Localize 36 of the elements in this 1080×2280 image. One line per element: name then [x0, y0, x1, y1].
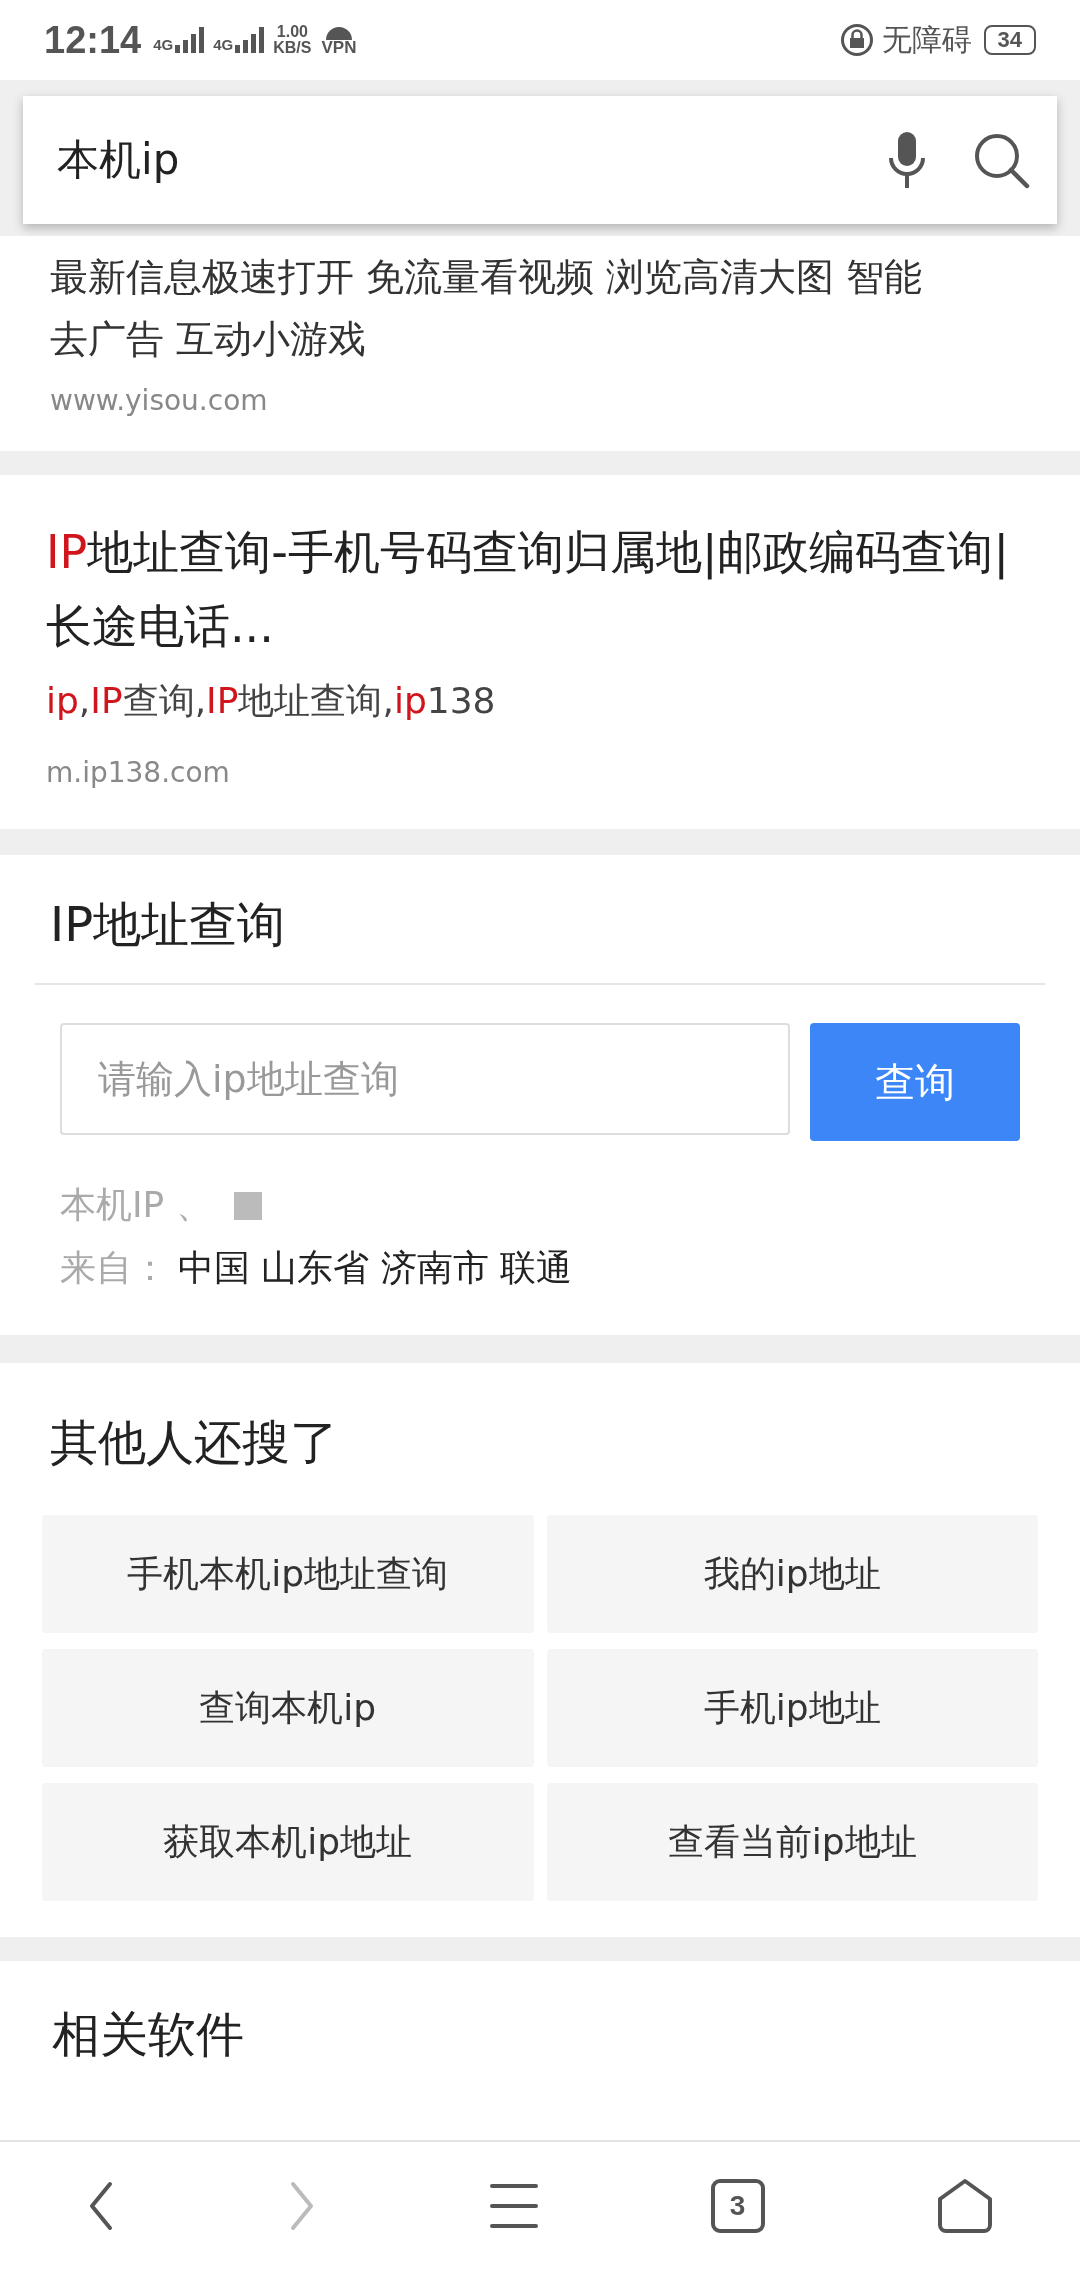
result-title-link[interactable]: IP地址查询-手机号码查询归属地|邮政编码查询|长途电话...: [46, 515, 1034, 663]
location-value: 中国 山东省 济南市 联通: [178, 1246, 573, 1290]
section-title: IP地址查询: [35, 855, 1045, 985]
clock: 12:14: [44, 18, 142, 62]
suggestion-chip[interactable]: 手机ip地址: [546, 1649, 1038, 1767]
signal-icon: [175, 27, 206, 53]
accessibility-label: 无障碍: [881, 21, 972, 58]
redaction-block: [233, 1191, 262, 1220]
home-icon[interactable]: [936, 2177, 995, 2235]
microphone-icon[interactable]: [887, 130, 927, 190]
location-label: 来自：: [60, 1246, 168, 1290]
network-type: 4G: [153, 36, 174, 53]
result-keywords: ip,IP查询,IP地址查询,ip138: [46, 679, 497, 723]
result-snippet: 最新信息极速打开 免流量看视频 浏览高清大图 智能去广告 互动小游戏: [50, 254, 924, 363]
result-url[interactable]: www.yisou.com: [50, 384, 1030, 417]
vpn-label: VPN: [321, 39, 357, 56]
network-type: 4G: [213, 36, 234, 53]
tabs-button[interactable]: 3: [710, 2179, 765, 2233]
speed-unit: KB/S: [273, 40, 312, 56]
suggestion-chip[interactable]: 我的ip地址: [546, 1515, 1038, 1633]
suggestion-chip[interactable]: 查看当前ip地址: [546, 1783, 1038, 1901]
menu-icon[interactable]: [489, 2183, 539, 2229]
section-title: 相关软件: [52, 2005, 245, 2064]
battery-level: 34: [983, 25, 1036, 55]
suggestion-chip[interactable]: 获取本机ip地址: [42, 1783, 534, 1901]
section-title: 其他人还搜了: [49, 1413, 339, 1472]
suggestion-chip[interactable]: 手机本机ip地址查询: [42, 1515, 534, 1633]
signal-icon: [235, 27, 266, 53]
result-url[interactable]: m.ip138.com: [46, 756, 1034, 789]
ip-input-field[interactable]: 请输入ip地址查询: [60, 1023, 790, 1135]
speed-value: 1.00: [276, 24, 308, 40]
rotation-lock-icon: [839, 23, 874, 57]
query-button[interactable]: 查询: [810, 1023, 1020, 1141]
ip-label: 本机IP 、: [60, 1183, 212, 1227]
search-bar[interactable]: 本机ip: [23, 96, 1057, 224]
suggestion-chip[interactable]: 查询本机ip: [42, 1649, 534, 1767]
